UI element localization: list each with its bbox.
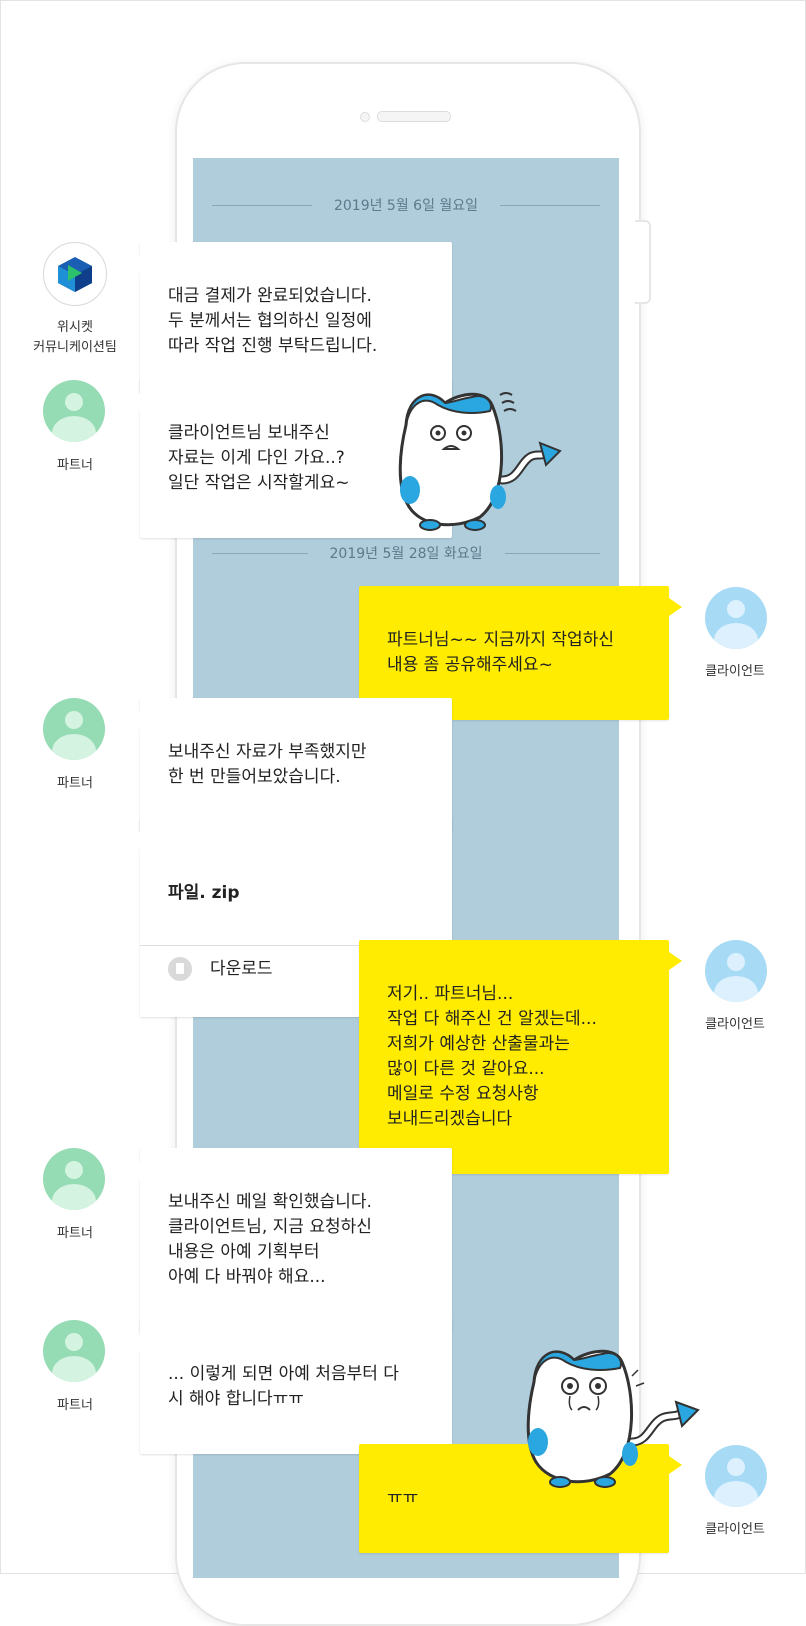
- message-bubble: 보내주신 메일 확인했습니다. 클라이언트님, 지금 요청하신 내용은 아예 기…: [127, 1148, 452, 1332]
- partner-name: 파트너: [57, 1226, 93, 1241]
- team-name: 위시켓 커뮤니케이션팀: [20, 318, 130, 358]
- client-avatar: [705, 587, 767, 649]
- message-bubble: 보내주신 자료가 부족했지만 한 번 만들어보았습니다.: [127, 698, 452, 832]
- date-separator: 2019년 5월 28일 화요일: [212, 543, 601, 563]
- client-avatar: [705, 940, 767, 1002]
- partner-name: 파트너: [57, 458, 93, 473]
- client-name: 클라이언트: [705, 664, 765, 679]
- message-bubble: ... 이렇게 되면 아예 처음부터 다 시 해야 합니다ㅠㅠ: [127, 1320, 452, 1454]
- partner-avatar: [43, 380, 105, 442]
- speaker-grille: [377, 111, 451, 122]
- message-bubble: 대금 결제가 완료되었습니다. 두 분께서는 협의하신 일정에 따라 작업 진행…: [127, 242, 452, 401]
- cat-mascot-icon: [398, 392, 562, 531]
- partner-avatar: [43, 1320, 105, 1382]
- client-name: 클라이언트: [705, 1522, 765, 1537]
- partner-name: 파트너: [57, 1398, 93, 1413]
- partner-name: 파트너: [57, 776, 93, 791]
- message-text: 파트너님~~ 지금까지 작업하신 내용 좀 공유해주세요~: [387, 630, 614, 675]
- message-bubble: 저기.. 파트너님... 작업 다 해주신 건 알겠는데... 저희가 예상한 …: [359, 940, 682, 1174]
- partner-avatar: [43, 1148, 105, 1210]
- message-text: 저기.. 파트너님... 작업 다 해주신 건 알겠는데... 저희가 예상한 …: [387, 984, 597, 1129]
- phone-side-button: [635, 220, 651, 304]
- message-text: ... 이렇게 되면 아예 처음부터 다 시 해야 합니다ㅠㅠ: [168, 1364, 399, 1409]
- date-label: 2019년 5월 6일 월요일: [333, 198, 479, 214]
- client-name: 클라이언트: [705, 1017, 765, 1032]
- date-label: 2019년 5월 28일 화요일: [329, 546, 483, 562]
- team-name-line: 커뮤니케이션팀: [33, 340, 117, 355]
- message-text: 보내주신 자료가 부족했지만 한 번 만들어보았습니다.: [168, 742, 367, 787]
- wishket-logo: [43, 242, 107, 306]
- partner-avatar: [43, 698, 105, 760]
- message-text: 대금 결제가 완료되었습니다. 두 분께서는 협의하신 일정에 따라 작업 진행…: [168, 286, 378, 356]
- team-name-line: 위시켓: [57, 320, 93, 335]
- wishket-logo-icon: [58, 257, 92, 292]
- file-name: 파일. zip: [168, 883, 240, 903]
- message-text: 보내주신 메일 확인했습니다. 클라이언트님, 지금 요청하신 내용은 아예 기…: [168, 1192, 372, 1287]
- file-icon: [168, 957, 192, 981]
- client-avatar: [705, 1445, 767, 1507]
- date-separator: 2019년 5월 6일 월요일: [212, 195, 601, 215]
- cat-crying-mascot-icon: [526, 1349, 700, 1488]
- camera-icon: [360, 112, 370, 122]
